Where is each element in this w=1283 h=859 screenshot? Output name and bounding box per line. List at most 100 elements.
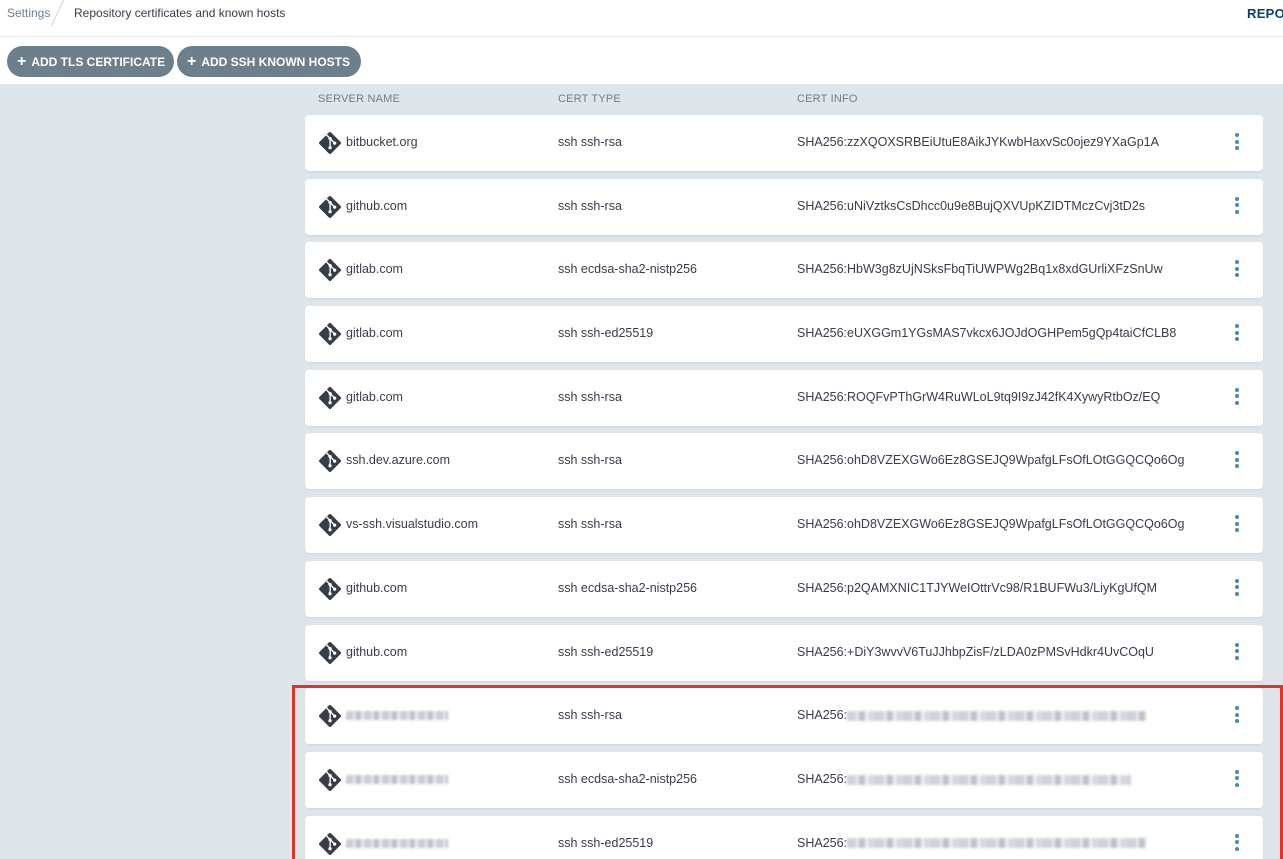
cert-type: ssh ssh-rsa: [558, 198, 622, 213]
git-icon: [318, 131, 342, 155]
table-row[interactable]: github.com ssh ssh-rsa SHA256:uNiVztksCsDh…: [305, 178, 1263, 235]
cert-info: SHA256:ohD8VZEXGWo6Ez8GSEJQ9WpafgLFsOfLO…: [797, 517, 1184, 531]
column-header-cert-info: CERT INFO: [797, 93, 858, 105]
column-header-cert-type: CERT TYPE: [558, 93, 621, 105]
redacted-hash: [847, 774, 1132, 785]
certificate-list: bitbucket.org ssh ssh-rsa SHA256:zzXQOXSRB…: [305, 115, 1263, 859]
table-row[interactable]: gitlab.com ssh ssh-rsa SHA256:ROQFvPThGrW4…: [305, 369, 1263, 426]
table-row[interactable]: vs-ssh.visualstudio.com ssh ssh-rsa SHA256…: [305, 497, 1263, 554]
kebab-menu-icon[interactable]: [1231, 324, 1243, 344]
kebab-menu-icon[interactable]: [1231, 769, 1243, 790]
kebab-menu-icon[interactable]: [1231, 833, 1243, 854]
cert-info-text: SHA256:uNiVztksCsDhcc0u9e8BujQXVUpKZIDTM…: [797, 198, 1146, 213]
plus-icon: +: [17, 52, 27, 70]
redacted-server-name: [346, 772, 448, 786]
cert-type: ssh ssh-rsa: [558, 389, 622, 404]
top-bar: Settings Repository certificates and kno…: [0, 0, 1283, 37]
kebab-menu-icon[interactable]: [1231, 515, 1243, 535]
redacted-hash: [847, 838, 1148, 849]
cert-info: SHA256:p2QAMXNIC1TJYWeIOttrVc98/R1BUFWu3…: [797, 581, 1157, 595]
redacted-server-name: [346, 836, 448, 850]
add-tls-certificate-button[interactable]: + ADD TLS CERTIFICATE: [7, 46, 174, 77]
page-title: Repository certificates and known hosts: [74, 6, 286, 20]
cert-info-text: SHA256:ohD8VZEXGWo6Ez8GSEJQ9WpafgLFsOfLO…: [797, 453, 1185, 468]
cert-info: SHA256:: [797, 771, 1132, 786]
table-row[interactable]: ssh ssh-ed25519 SHA256:: [305, 815, 1263, 859]
server-name: gitlab.com: [346, 262, 403, 277]
redacted-hash: [847, 710, 1148, 721]
table-row[interactable]: ssh ecdsa-sha2-nistp256 SHA256:: [305, 751, 1263, 808]
breadcrumb-separator: [50, 0, 65, 26]
breadcrumb-settings-link[interactable]: Settings: [7, 6, 50, 20]
kebab-menu-icon[interactable]: [1231, 706, 1243, 726]
cert-info: SHA256:uNiVztksCsDhcc0u9e8BujQXVUpKZIDTM…: [797, 199, 1145, 213]
kebab-menu-icon[interactable]: [1231, 387, 1243, 408]
cert-type: ssh ssh-rsa: [558, 453, 622, 468]
cert-type: ssh ssh-rsa: [558, 135, 622, 149]
column-header-server-name: SERVER NAME: [318, 93, 401, 105]
server-name: ssh.dev.azure.com: [346, 453, 450, 468]
cert-info-text: SHA256:+DiY3wvvV6TuJJhbpZisF/zLDA0zPMSvH…: [797, 644, 1154, 659]
add-ssh-known-hosts-label: ADD SSH KNOWN HOSTS: [201, 54, 351, 69]
kebab-menu-icon[interactable]: [1231, 260, 1243, 280]
cert-info: SHA256:HbW3g8zUjNSksFbqTiUWPWg2Bq1x8xdGU…: [797, 262, 1163, 276]
git-icon: [318, 705, 342, 728]
cert-info-text: SHA256:zzXQOXSRBEiUtuE8AikJYKwbHaxvSc0oj…: [797, 135, 1159, 149]
kebab-menu-icon[interactable]: [1231, 642, 1243, 663]
git-icon: [318, 577, 342, 600]
cert-type: ssh ssh-rsa: [558, 517, 622, 532]
cert-info: SHA256:eUXGGm1YGsMAS7vkcx6JOJdOGHPem5gQp…: [797, 326, 1176, 340]
git-icon: [318, 195, 342, 218]
server-name: vs-ssh.visualstudio.com: [346, 517, 478, 532]
cert-info-text: SHA256:: [797, 771, 848, 786]
cert-info-text: SHA256:ROQFvPThGrW4RuWLoL9tq9I9zJ42fK4Xy…: [797, 389, 1161, 404]
table-row[interactable]: bitbucket.org ssh ssh-rsa SHA256:zzXQOXSRB…: [305, 115, 1263, 171]
git-icon: [318, 832, 342, 855]
server-name: github.com: [346, 198, 408, 213]
cert-info: SHA256:+DiY3wvvV6TuJJhbpZisF/zLDA0zPMSvH…: [797, 645, 1154, 659]
table-row[interactable]: ssh ssh-rsa SHA256:: [305, 688, 1263, 745]
git-icon: [318, 450, 342, 473]
cert-info-text: SHA256:: [797, 708, 848, 723]
table-row[interactable]: gitlab.com ssh ssh-ed25519 SHA256:eUXGGm1Y…: [305, 306, 1263, 363]
table-row[interactable]: gitlab.com ssh ecdsa-sha2-nistp256 SHA256:…: [305, 242, 1263, 299]
kebab-menu-icon[interactable]: [1231, 133, 1243, 153]
table-row[interactable]: ssh.dev.azure.com ssh ssh-rsa SHA256:ohD8V…: [305, 433, 1263, 490]
cert-type: ssh ecdsa-sha2-nistp256: [558, 262, 697, 277]
cert-info-text: SHA256:HbW3g8zUjNSksFbqTiUWPWg2Bq1x8xdGU…: [797, 262, 1163, 277]
table-row[interactable]: github.com ssh ssh-ed25519 SHA256:+DiY3wvv…: [305, 624, 1263, 681]
cert-type: ssh ecdsa-sha2-nistp256: [558, 580, 697, 595]
cert-info-text: SHA256:eUXGGm1YGsMAS7vkcx6JOJdOGHPem5gQp…: [797, 326, 1177, 341]
repos-link[interactable]: REPOS: [1247, 6, 1283, 21]
cert-info: SHA256:ROQFvPThGrW4RuWLoL9tq9I9zJ42fK4Xy…: [797, 390, 1160, 404]
add-ssh-known-hosts-button[interactable]: + ADD SSH KNOWN HOSTS: [177, 46, 361, 77]
git-icon: [318, 514, 342, 537]
redacted-server-name: [346, 708, 448, 722]
git-icon: [318, 768, 342, 791]
cert-info-text: SHA256:ohD8VZEXGWo6Ez8GSEJQ9WpafgLFsOfLO…: [797, 517, 1185, 532]
cert-info: SHA256:: [797, 835, 1148, 850]
cert-type: ssh ecdsa-sha2-nistp256: [558, 771, 697, 786]
server-name: bitbucket.org: [346, 135, 418, 149]
git-icon: [318, 259, 342, 282]
cert-type: ssh ssh-ed25519: [558, 326, 654, 341]
cert-info: SHA256:: [797, 708, 1148, 723]
cert-info-text: SHA256:p2QAMXNIC1TJYWeIOttrVc98/R1BUFWu3…: [797, 580, 1158, 595]
cert-type: ssh ssh-ed25519: [558, 835, 654, 850]
cert-info-text: SHA256:: [797, 835, 848, 850]
server-name: github.com: [346, 644, 408, 659]
server-name: gitlab.com: [346, 326, 403, 341]
cert-info: SHA256:ohD8VZEXGWo6Ez8GSEJQ9WpafgLFsOfLO…: [797, 453, 1184, 467]
git-icon: [318, 641, 342, 664]
git-icon: [318, 386, 342, 409]
action-bar: + ADD TLS CERTIFICATE + ADD SSH KNOWN HO…: [0, 37, 1283, 84]
table-row[interactable]: github.com ssh ecdsa-sha2-nistp256 SHA256:…: [305, 560, 1263, 617]
add-tls-certificate-label: ADD TLS CERTIFICATE: [31, 54, 166, 69]
cert-type: ssh ssh-ed25519: [558, 644, 654, 659]
kebab-menu-icon[interactable]: [1231, 578, 1243, 599]
plus-icon: +: [187, 52, 197, 70]
server-name: github.com: [346, 580, 408, 595]
git-icon: [318, 323, 342, 346]
kebab-menu-icon[interactable]: [1231, 196, 1243, 217]
kebab-menu-icon[interactable]: [1231, 451, 1243, 471]
